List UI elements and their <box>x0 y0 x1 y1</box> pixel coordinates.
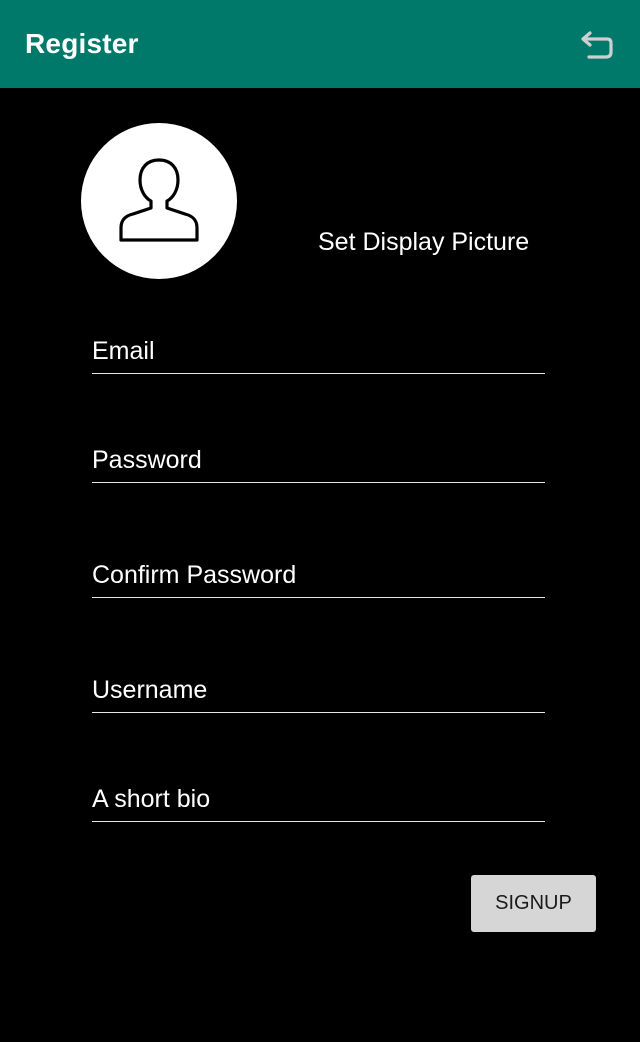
avatar[interactable] <box>81 123 237 279</box>
set-display-picture-link[interactable]: Set Display Picture <box>318 228 529 257</box>
password-field-wrap <box>92 433 545 483</box>
confirm-password-field[interactable] <box>92 548 545 597</box>
email-field[interactable] <box>92 324 545 373</box>
email-field-wrap <box>92 324 545 374</box>
username-field-wrap <box>92 663 545 713</box>
confirm-password-field-wrap <box>92 548 545 598</box>
username-field[interactable] <box>92 663 545 712</box>
bio-field-wrap <box>92 772 545 822</box>
signup-button[interactable]: SIGNUP <box>471 875 596 932</box>
app-bar: Register <box>0 0 640 88</box>
bio-field[interactable] <box>92 772 545 821</box>
back-button[interactable] <box>570 24 620 68</box>
password-field[interactable] <box>92 433 545 482</box>
page-title: Register <box>25 28 139 59</box>
person-icon <box>119 158 199 242</box>
undo-back-icon <box>581 31 613 59</box>
